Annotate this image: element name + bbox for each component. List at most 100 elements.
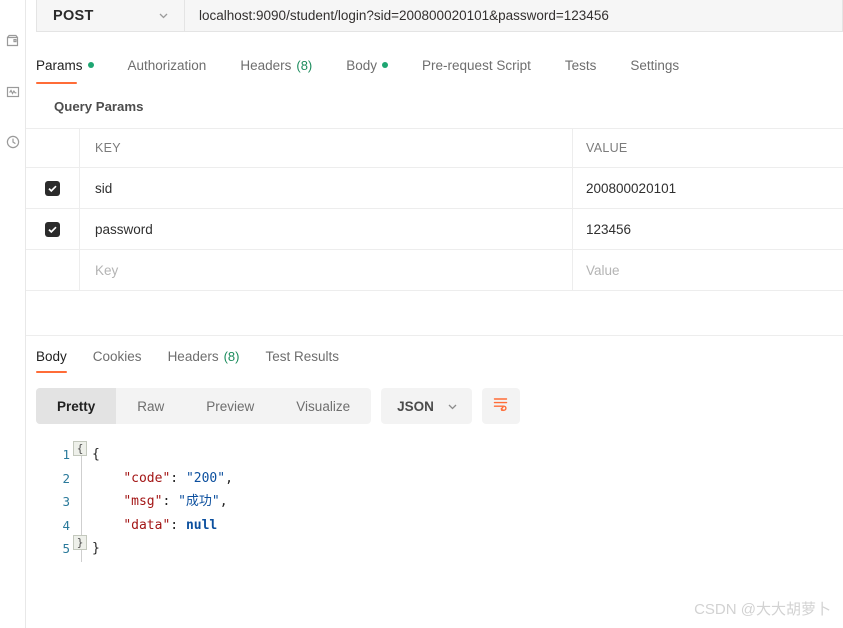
- tab-tests[interactable]: Tests: [565, 52, 614, 78]
- wrap-text-button[interactable]: [481, 388, 520, 424]
- json-null-value: null: [185, 517, 218, 533]
- request-url-bar: POST localhost:9090/student/login?sid=20…: [36, 0, 843, 32]
- param-value-input[interactable]: 123456: [586, 222, 631, 237]
- code-line: "msg": "成功",: [92, 490, 843, 514]
- tab-body[interactable]: Body: [346, 52, 405, 78]
- response-body-viewer[interactable]: 1 2 3 4 5 { } { "code": "200", "msg": "成…: [26, 438, 843, 588]
- tab-params[interactable]: Params: [36, 52, 111, 84]
- left-icon-rail: [0, 0, 26, 628]
- code-line: "data": null: [92, 514, 843, 538]
- header-checkbox-cell: [26, 129, 80, 167]
- http-method-label: POST: [53, 7, 94, 24]
- view-mode-visualize-label: Visualize: [296, 398, 351, 414]
- response-tab-cookies-label: Cookies: [92, 348, 142, 364]
- json-key: "data": [123, 517, 171, 533]
- param-value-placeholder[interactable]: Value: [586, 263, 620, 278]
- modified-dot-icon: [87, 62, 94, 68]
- watermark-text: CSDN @大大胡萝卜: [694, 601, 831, 618]
- view-mode-raw[interactable]: Raw: [116, 388, 185, 424]
- tab-settings-label: Settings: [630, 57, 680, 73]
- response-tab-test-results-label: Test Results: [265, 348, 340, 364]
- column-header-value: VALUE: [586, 141, 628, 155]
- tab-authorization-label: Authorization: [127, 57, 207, 73]
- json-brace: }: [92, 541, 100, 557]
- json-code-lines: { "code": "200", "msg": "成功", "data": nu…: [92, 438, 843, 588]
- json-string-value: "成功": [178, 494, 220, 510]
- response-tab-test-results[interactable]: Test Results: [265, 344, 339, 368]
- fold-marker-close[interactable]: }: [73, 535, 87, 550]
- response-tab-headers[interactable]: Headers (8): [168, 344, 240, 368]
- row-enable-checkbox[interactable]: [26, 250, 80, 290]
- request-tabs: Params Authorization Headers (8) Body Pr…: [36, 52, 843, 84]
- json-string-value: "200": [185, 470, 226, 486]
- line-number: 3: [62, 494, 70, 510]
- view-mode-preview-label: Preview: [206, 398, 255, 414]
- response-format-label: JSON: [397, 398, 434, 414]
- param-key-input[interactable]: sid: [95, 181, 112, 196]
- json-colon: :: [170, 470, 186, 486]
- request-url-input[interactable]: localhost:9090/student/login?sid=2008000…: [185, 0, 842, 31]
- tab-params-label: Params: [36, 57, 83, 73]
- line-number: 5: [62, 541, 70, 557]
- param-key-placeholder[interactable]: Key: [95, 263, 118, 278]
- code-line: "code": "200",: [92, 467, 843, 491]
- response-tab-headers-count: (8): [223, 348, 240, 364]
- response-tab-cookies[interactable]: Cookies: [93, 344, 142, 368]
- code-fold-gutter: { }: [70, 438, 92, 588]
- history-rail-icon[interactable]: [2, 131, 24, 153]
- param-value-input[interactable]: 200800020101: [586, 181, 676, 196]
- view-mode-segmented-control: Pretty Raw Preview Visualize: [36, 388, 372, 424]
- chevron-down-icon: [157, 9, 170, 22]
- fold-marker-open[interactable]: {: [73, 441, 87, 456]
- collections-rail-icon[interactable]: [2, 29, 24, 51]
- wrap-text-icon: [492, 395, 509, 417]
- view-mode-visualize[interactable]: Visualize: [275, 388, 371, 424]
- tab-tests-label: Tests: [564, 57, 597, 73]
- row-enable-checkbox[interactable]: [26, 168, 80, 208]
- http-method-selector[interactable]: POST: [37, 0, 185, 31]
- line-number: 2: [62, 470, 70, 486]
- tab-headers-count: (8): [296, 57, 313, 73]
- query-params-table: KEY VALUE sid 200800020101 password 1234…: [26, 128, 843, 291]
- json-key: "code": [123, 470, 171, 486]
- json-comma: ,: [225, 470, 233, 486]
- line-number: 4: [62, 517, 70, 533]
- column-header-key: KEY: [95, 141, 121, 155]
- tab-authorization[interactable]: Authorization: [128, 52, 224, 78]
- code-line: }: [92, 537, 843, 561]
- table-bottom-spacer: [26, 292, 843, 336]
- view-mode-raw-label: Raw: [137, 398, 165, 414]
- view-mode-preview[interactable]: Preview: [185, 388, 275, 424]
- monitor-rail-icon[interactable]: [2, 81, 24, 103]
- row-enable-checkbox[interactable]: [26, 209, 80, 249]
- response-format-toolbar: Pretty Raw Preview Visualize JSON: [36, 388, 520, 424]
- response-tab-body[interactable]: Body: [36, 344, 67, 373]
- param-key-input[interactable]: password: [95, 222, 153, 237]
- tab-body-label: Body: [346, 57, 378, 73]
- view-mode-pretty[interactable]: Pretty: [36, 388, 117, 424]
- table-row[interactable]: sid 200800020101: [26, 168, 843, 209]
- line-number-gutter: 1 2 3 4 5: [26, 438, 70, 588]
- code-line: {: [92, 443, 843, 467]
- chevron-down-icon: [446, 400, 459, 413]
- table-header-row: KEY VALUE: [26, 129, 843, 168]
- response-tab-headers-label: Headers: [167, 348, 219, 364]
- table-row[interactable]: password 123456: [26, 209, 843, 250]
- response-tabs: Body Cookies Headers (8) Test Results: [36, 344, 843, 373]
- tab-pre-request-script[interactable]: Pre-request Script: [422, 52, 548, 78]
- tab-headers-label: Headers: [240, 57, 292, 73]
- view-mode-pretty-label: Pretty: [57, 398, 96, 414]
- checkbox-checked-icon: [45, 221, 60, 237]
- tab-headers[interactable]: Headers (8): [240, 52, 329, 78]
- tab-pre-request-script-label: Pre-request Script: [422, 57, 531, 73]
- json-colon: :: [170, 517, 186, 533]
- response-format-select[interactable]: JSON: [381, 388, 472, 424]
- postman-window: POST localhost:9090/student/login?sid=20…: [0, 0, 843, 628]
- json-colon: :: [162, 494, 179, 510]
- modified-dot-icon: [382, 62, 389, 68]
- line-number: 1: [62, 447, 70, 462]
- response-tab-body-label: Body: [36, 348, 67, 364]
- table-row-empty[interactable]: Key Value: [26, 250, 843, 291]
- tab-settings[interactable]: Settings: [630, 52, 696, 78]
- query-params-heading: Query Params: [54, 99, 144, 114]
